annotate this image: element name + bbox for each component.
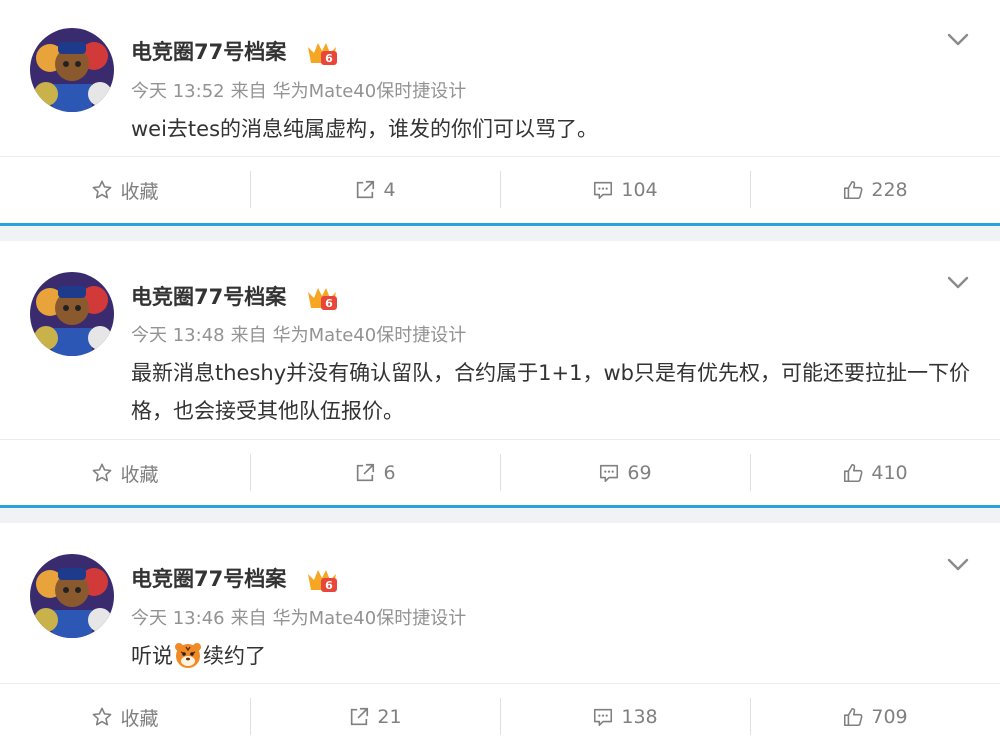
chevron-down-icon[interactable] xyxy=(946,557,970,573)
action-bar: 收藏 21 138 709 xyxy=(0,683,1000,750)
share-arrow-icon xyxy=(357,180,375,199)
chevron-down-icon[interactable] xyxy=(946,32,970,48)
weibo-post-1: 电竞圈77号档案 6 今天 13:52 来自 华为Mate40保时捷设计 wei去t… xyxy=(0,0,1000,223)
source-prefix: 来自 xyxy=(230,81,267,102)
post-source: 华为Mate40保时捷设计 xyxy=(272,81,467,102)
action-bar: 收藏 4 104 228 xyxy=(0,156,1000,223)
crown-badge-icon: 6 xyxy=(308,288,337,310)
comment-button[interactable]: 69 xyxy=(500,440,750,506)
author-name[interactable]: 电竞圈77号档案 xyxy=(131,283,286,311)
comment-bubble-icon xyxy=(594,181,613,200)
repost-button[interactable]: 4 xyxy=(250,157,500,223)
avatar[interactable] xyxy=(30,28,114,112)
post-separator xyxy=(0,505,1000,523)
star-icon xyxy=(93,463,112,482)
favorite-label: 收藏 xyxy=(120,180,159,203)
source-prefix: 来自 xyxy=(230,325,267,346)
comment-bubble-icon xyxy=(594,708,613,727)
repost-count: 6 xyxy=(383,462,396,484)
post-text: 听说 续约了 xyxy=(131,637,981,675)
thumbs-up-icon xyxy=(844,180,863,200)
like-count: 410 xyxy=(871,462,908,484)
favorite-button[interactable]: 收藏 xyxy=(0,157,250,223)
comment-count: 138 xyxy=(621,706,658,728)
post-text-after: 续约了 xyxy=(203,644,266,668)
author-name[interactable]: 电竞圈77号档案 xyxy=(131,565,286,593)
repost-button[interactable]: 21 xyxy=(250,684,500,750)
like-button[interactable]: 709 xyxy=(750,684,1000,750)
post-source: 华为Mate40保时捷设计 xyxy=(272,608,467,629)
share-arrow-icon xyxy=(357,463,375,482)
weibo-post-2: 电竞圈77号档案 6 今天 13:48 来自 华为Mate40保时捷设计 最新消息t… xyxy=(0,241,1000,505)
tiger-emoji-icon xyxy=(175,643,201,668)
post-source: 华为Mate40保时捷设计 xyxy=(272,325,467,346)
comment-button[interactable]: 104 xyxy=(500,157,750,223)
avatar[interactable] xyxy=(30,272,114,356)
like-button[interactable]: 410 xyxy=(750,440,1000,506)
star-icon xyxy=(93,180,112,199)
thumbs-up-icon xyxy=(844,463,863,483)
crown-badge-icon: 6 xyxy=(308,43,337,65)
post-text: wei去tes的消息纯属虚构，谁发的你们可以骂了。 xyxy=(131,117,599,141)
svg-text:6: 6 xyxy=(325,579,333,592)
favorite-label: 收藏 xyxy=(120,463,159,486)
weibo-post-3: 电竞圈77号档案 6 今天 13:46 来自 华为Mate40保时捷设计 听说 续约… xyxy=(0,523,1000,747)
like-count: 228 xyxy=(871,179,908,201)
post-meta: 今天 13:52 来自 华为Mate40保时捷设计 xyxy=(131,79,472,105)
post-time[interactable]: 今天 13:52 xyxy=(131,81,225,102)
favorite-button[interactable]: 收藏 xyxy=(0,440,250,506)
source-prefix: 来自 xyxy=(230,608,267,629)
crown-badge-icon: 6 xyxy=(308,570,337,592)
chevron-down-icon[interactable] xyxy=(946,275,970,291)
post-meta: 今天 13:48 来自 华为Mate40保时捷设计 xyxy=(131,323,472,349)
svg-text:6: 6 xyxy=(325,297,333,310)
comment-button[interactable]: 138 xyxy=(500,684,750,750)
favorite-button[interactable]: 收藏 xyxy=(0,684,250,750)
thumbs-up-icon xyxy=(844,707,863,727)
repost-count: 4 xyxy=(383,179,396,201)
post-time[interactable]: 今天 13:48 xyxy=(131,325,225,346)
post-meta: 今天 13:46 来自 华为Mate40保时捷设计 xyxy=(131,606,472,632)
action-bar: 收藏 6 69 410 xyxy=(0,439,1000,506)
comment-count: 104 xyxy=(621,179,658,201)
star-icon xyxy=(93,707,112,726)
post-text: 最新消息theshy并没有确认留队，合约属于1+1，wb只是有优先权，可能还要拉… xyxy=(131,361,970,423)
share-arrow-icon xyxy=(351,707,369,726)
svg-text:6: 6 xyxy=(325,52,333,65)
post-time[interactable]: 今天 13:46 xyxy=(131,608,225,629)
comment-bubble-icon xyxy=(600,464,619,483)
repost-button[interactable]: 6 xyxy=(250,440,500,506)
avatar[interactable] xyxy=(30,554,114,638)
post-separator xyxy=(0,223,1000,241)
repost-count: 21 xyxy=(377,706,402,728)
post-text-before: 听说 xyxy=(131,644,173,668)
comment-count: 69 xyxy=(627,462,652,484)
favorite-label: 收藏 xyxy=(120,707,159,730)
like-count: 709 xyxy=(871,706,908,728)
author-name[interactable]: 电竞圈77号档案 xyxy=(131,38,286,66)
like-button[interactable]: 228 xyxy=(750,157,1000,223)
